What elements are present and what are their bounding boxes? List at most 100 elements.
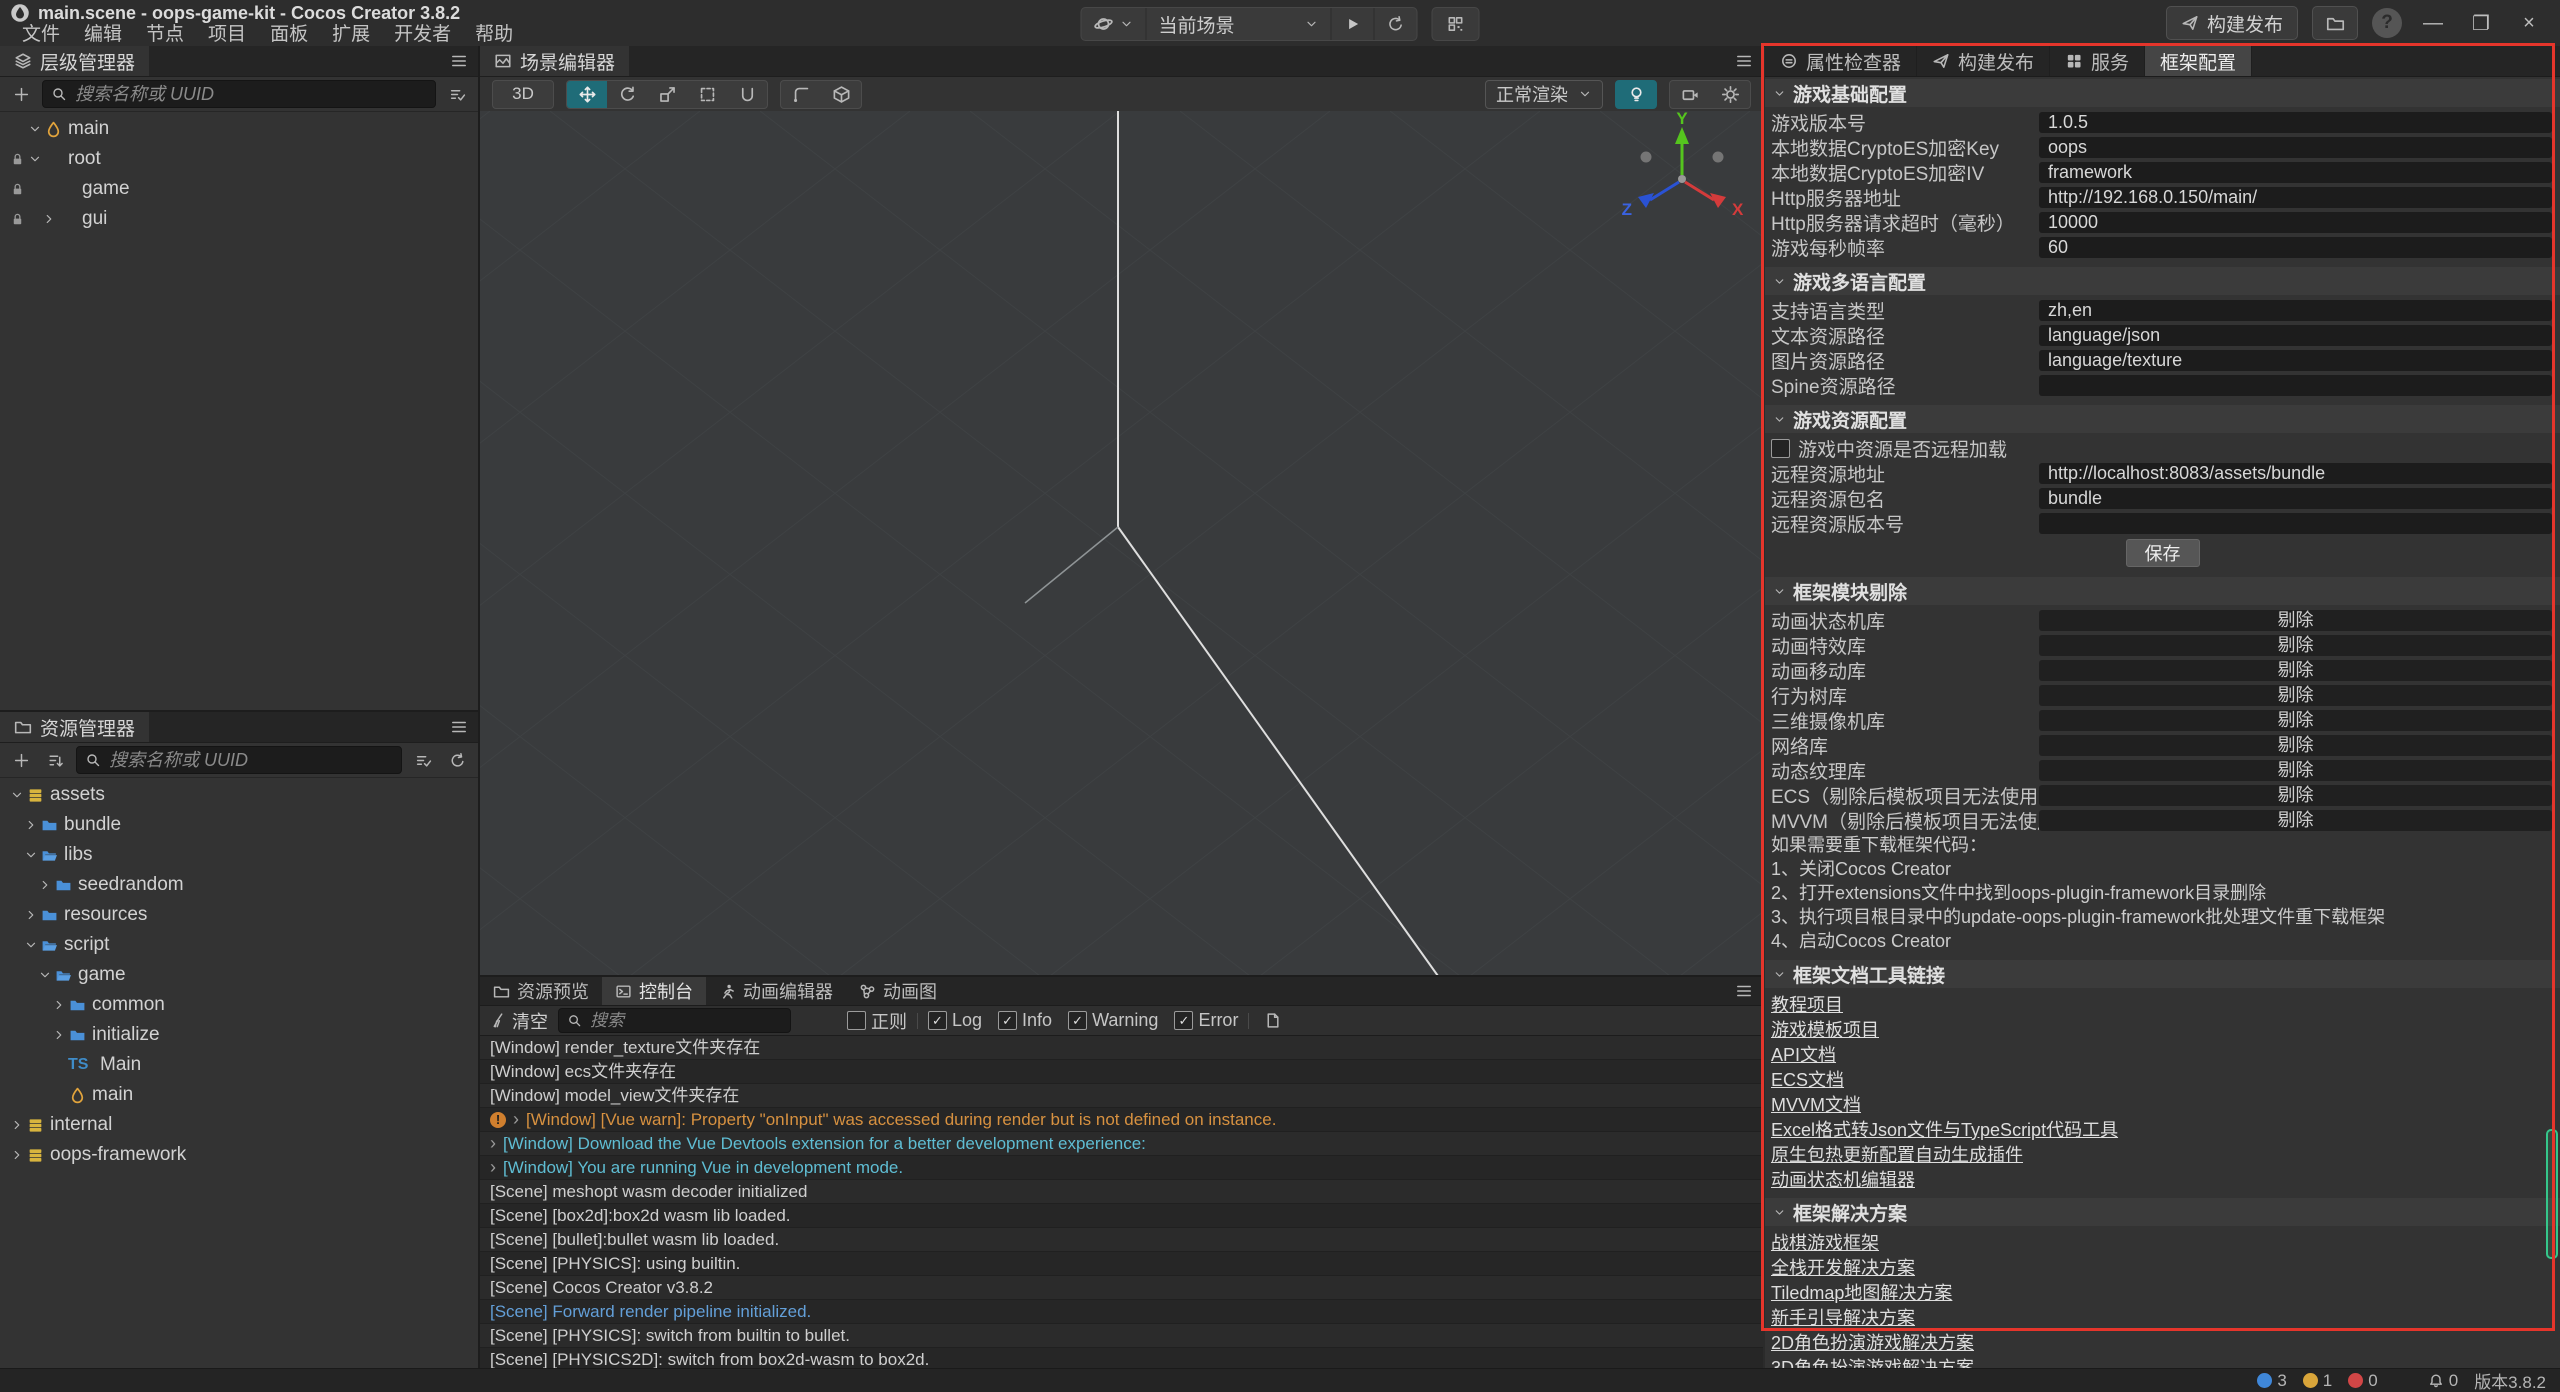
log-row[interactable]: [Scene] [PHYSICS]: using builtin. bbox=[480, 1252, 1763, 1276]
save-button[interactable]: 保存 bbox=[2126, 539, 2200, 567]
inspector-tab-服务[interactable]: 服务 bbox=[2050, 46, 2145, 76]
doc-link[interactable]: MVVM文档 bbox=[1771, 1091, 1861, 1117]
menu-节点[interactable]: 节点 bbox=[134, 24, 196, 46]
hierarchy-search[interactable] bbox=[42, 80, 436, 108]
assets-tab[interactable]: 资源管理器 bbox=[0, 712, 149, 742]
remove-module-button[interactable]: 剔除 bbox=[2039, 685, 2552, 706]
section-header[interactable]: 框架解决方案 bbox=[1765, 1198, 2560, 1226]
tree-item[interactable]: initialize bbox=[0, 1020, 478, 1050]
log-row[interactable]: [Scene] [PHYSICS]: switch from builtin t… bbox=[480, 1324, 1763, 1348]
hierarchy-menu-button[interactable] bbox=[440, 46, 478, 76]
expander-open-icon[interactable] bbox=[22, 848, 40, 862]
field-input[interactable] bbox=[2039, 513, 2552, 534]
console-search-input[interactable] bbox=[588, 1010, 782, 1032]
tree-item[interactable]: gui bbox=[0, 204, 478, 234]
inspector-tab-框架配置[interactable]: 框架配置 bbox=[2145, 46, 2252, 76]
doc-link[interactable]: 全栈开发解决方案 bbox=[1771, 1254, 1915, 1280]
doc-link[interactable]: 教程项目 bbox=[1771, 991, 1843, 1017]
maximize-button[interactable]: ❐ bbox=[2464, 11, 2498, 36]
log-row[interactable]: [Window] ecs文件夹存在 bbox=[480, 1060, 1763, 1084]
remove-module-button[interactable]: 剔除 bbox=[2039, 710, 2552, 731]
expander-open-icon[interactable] bbox=[36, 968, 54, 982]
expander-closed-icon[interactable] bbox=[50, 1028, 68, 1042]
tree-item[interactable]: main bbox=[0, 1080, 478, 1110]
hierarchy-tab[interactable]: 层级管理器 bbox=[0, 46, 149, 76]
tree-item[interactable]: TSMain bbox=[0, 1050, 478, 1080]
console-tab-动画图[interactable]: 动画图 bbox=[846, 977, 950, 1005]
doc-link[interactable]: 原生包热更新配置自动生成插件 bbox=[1771, 1141, 2023, 1167]
assets-filter-button[interactable] bbox=[410, 747, 436, 773]
log-row[interactable]: [Window] render_texture文件夹存在 bbox=[480, 1036, 1763, 1060]
field-input[interactable]: zh,en bbox=[2039, 300, 2552, 321]
doc-link[interactable]: ECS文档 bbox=[1771, 1066, 1844, 1092]
field-input[interactable]: framework bbox=[2039, 162, 2552, 183]
rect-tool-button[interactable] bbox=[687, 81, 727, 108]
remove-module-button[interactable]: 剔除 bbox=[2039, 735, 2552, 756]
pivot-button[interactable] bbox=[781, 81, 821, 108]
transform-gizmo-button[interactable] bbox=[727, 81, 767, 108]
field-input[interactable]: 10000 bbox=[2039, 212, 2552, 233]
console-menu-button[interactable] bbox=[1725, 977, 1763, 1005]
doc-link[interactable]: 战棋游戏框架 bbox=[1771, 1229, 1879, 1255]
scale-tool-button[interactable] bbox=[647, 81, 687, 108]
checkbox-icon[interactable] bbox=[1771, 439, 1790, 458]
coordinate-space-button[interactable] bbox=[821, 81, 861, 108]
field-input[interactable]: language/texture bbox=[2039, 350, 2552, 371]
section-header[interactable]: 游戏基础配置 bbox=[1765, 79, 2560, 107]
preview-device-button[interactable] bbox=[1432, 7, 1480, 41]
assets-search[interactable] bbox=[76, 746, 402, 774]
add-asset-button[interactable] bbox=[8, 747, 34, 773]
close-button[interactable]: × bbox=[2512, 12, 2546, 35]
log-row[interactable]: [Scene] meshopt wasm decoder initialized bbox=[480, 1180, 1763, 1204]
console-log-list[interactable]: [Window] render_texture文件夹存在[Window] ecs… bbox=[480, 1036, 1763, 1372]
add-node-button[interactable] bbox=[8, 81, 34, 107]
console-tab-资源预览[interactable]: 资源预览 bbox=[480, 977, 602, 1005]
platform-dropdown[interactable] bbox=[1082, 8, 1147, 40]
expander-open-icon[interactable] bbox=[26, 122, 44, 136]
clear-console-button[interactable]: 清空 bbox=[490, 1008, 548, 1034]
filter-info-checkbox[interactable]: ✓Info bbox=[998, 1010, 1052, 1031]
doc-link[interactable]: 新手引导解决方案 bbox=[1771, 1304, 1915, 1330]
warning-count[interactable]: 1 bbox=[2303, 1371, 2332, 1391]
doc-link[interactable]: Excel格式转Json文件与TypeScript代码工具 bbox=[1771, 1116, 2118, 1142]
expander-closed-icon[interactable] bbox=[50, 998, 68, 1012]
inspector-tab-构建发布[interactable]: 构建发布 bbox=[1917, 46, 2050, 76]
tree-item[interactable]: root bbox=[0, 144, 478, 174]
log-row[interactable]: [Scene] Forward render pipeline initiali… bbox=[480, 1300, 1763, 1324]
tree-item[interactable]: internal bbox=[0, 1110, 478, 1140]
expander-open-icon[interactable] bbox=[26, 152, 44, 166]
hierarchy-search-input[interactable] bbox=[73, 83, 427, 106]
play-button[interactable] bbox=[1332, 8, 1375, 40]
remove-module-button[interactable]: 剔除 bbox=[2039, 785, 2552, 806]
error-count[interactable]: 0 bbox=[2348, 1371, 2377, 1391]
log-row[interactable]: ›[Window] Download the Vue Devtools exte… bbox=[480, 1132, 1763, 1156]
menu-项目[interactable]: 项目 bbox=[196, 24, 258, 46]
rotate-tool-button[interactable] bbox=[607, 81, 647, 108]
expander-open-icon[interactable] bbox=[22, 938, 40, 952]
scene-selector-dropdown[interactable]: 当前场景 bbox=[1147, 8, 1332, 40]
field-input[interactable] bbox=[2039, 375, 2552, 396]
remove-module-button[interactable]: 剔除 bbox=[2039, 760, 2552, 781]
remove-module-button[interactable]: 剔除 bbox=[2039, 635, 2552, 656]
tree-item[interactable]: oops-framework bbox=[0, 1140, 478, 1170]
doc-link[interactable]: API文档 bbox=[1771, 1041, 1836, 1067]
tree-item[interactable]: main bbox=[0, 114, 478, 144]
log-row[interactable]: [Scene] [bullet]:bullet wasm lib loaded. bbox=[480, 1228, 1763, 1252]
doc-link[interactable]: 3D角色扮演游戏解决方案 bbox=[1771, 1354, 1974, 1369]
tree-item[interactable]: libs bbox=[0, 840, 478, 870]
log-row[interactable]: [Scene] [box2d]:box2d wasm lib loaded. bbox=[480, 1204, 1763, 1228]
help-button[interactable]: ? bbox=[2372, 8, 2402, 38]
doc-link[interactable]: Tiledmap地图解决方案 bbox=[1771, 1279, 1952, 1305]
projection-3d-button[interactable]: 3D bbox=[492, 80, 554, 109]
remove-module-button[interactable]: 剔除 bbox=[2039, 610, 2552, 631]
tree-item[interactable]: game bbox=[0, 174, 478, 204]
log-row[interactable]: !›[Window] [Vue warn]: Property "onInput… bbox=[480, 1108, 1763, 1132]
field-input[interactable]: 1.0.5 bbox=[2039, 112, 2552, 133]
log-row[interactable]: ›[Window] You are running Vue in develop… bbox=[480, 1156, 1763, 1180]
field-input[interactable]: http://localhost:8083/assets/bundle bbox=[2039, 463, 2552, 484]
doc-link[interactable]: 动画状态机编辑器 bbox=[1771, 1166, 1915, 1192]
reload-button[interactable] bbox=[1375, 8, 1417, 40]
build-publish-button[interactable]: 构建发布 bbox=[2166, 6, 2298, 40]
expander-closed-icon[interactable] bbox=[40, 212, 58, 226]
minimize-button[interactable]: — bbox=[2416, 12, 2450, 35]
